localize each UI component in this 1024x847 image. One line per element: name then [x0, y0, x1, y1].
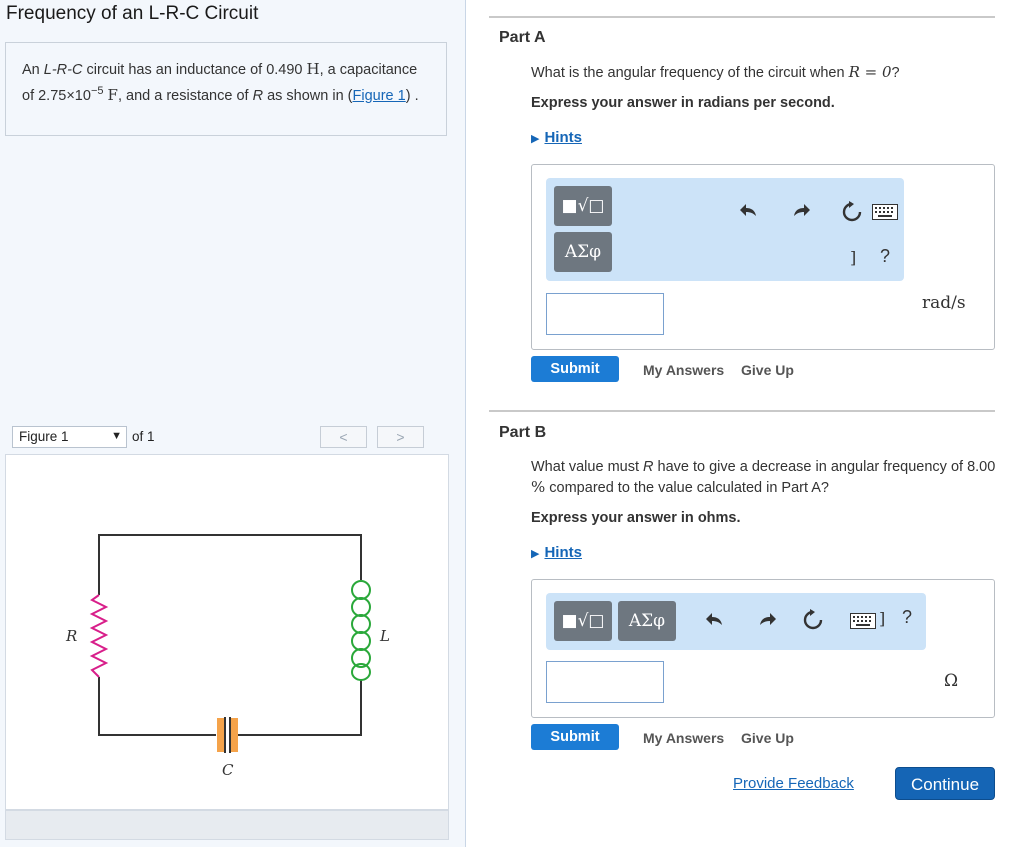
- resistor-label: R: [65, 627, 77, 645]
- part-b-math-toolbar: ■√□ ΑΣφ ] ?: [546, 593, 926, 650]
- expand-triangle-icon: ▶: [531, 133, 540, 145]
- help-button[interactable]: ?: [880, 246, 890, 267]
- part-b-hints-toggle[interactable]: ▶ Hints: [531, 544, 582, 561]
- redo-icon[interactable]: [790, 200, 812, 222]
- part-b-my-answers-link[interactable]: My Answers: [643, 730, 724, 746]
- help-button[interactable]: ?: [902, 607, 912, 628]
- part-b-divider: [489, 410, 995, 412]
- reset-icon[interactable]: [801, 608, 825, 632]
- part-a-title: Part A: [499, 29, 546, 46]
- expand-triangle-icon: ▶: [531, 548, 540, 560]
- part-b-answer-frame: ■√□ ΑΣφ ] ? Ω: [531, 579, 995, 718]
- provide-feedback-link[interactable]: Provide Feedback: [733, 775, 854, 792]
- part-b-title: Part B: [499, 424, 547, 441]
- inductor-icon: [351, 580, 371, 681]
- part-a-unit: rad/s: [922, 293, 966, 313]
- dropdown-caret-icon: ▼: [111, 430, 122, 442]
- left-pane: Frequency of an L-R-C Circuit An L-R-C c…: [0, 0, 466, 847]
- part-b-submit-button[interactable]: Submit: [531, 724, 619, 750]
- top-wire: [98, 534, 362, 595]
- part-b-instruction: Express your answer in ohms.: [531, 510, 741, 526]
- undo-icon[interactable]: [738, 200, 760, 222]
- part-b-answer-input[interactable]: [546, 661, 664, 703]
- figure-footer: [5, 810, 449, 840]
- part-a-divider: [489, 16, 995, 18]
- next-figure-button[interactable]: >: [377, 426, 424, 448]
- figure-link[interactable]: Figure 1: [353, 88, 406, 104]
- part-b-unit: Ω: [944, 671, 959, 691]
- part-a-answer-input[interactable]: [546, 293, 664, 335]
- bracket-button[interactable]: ]: [879, 609, 885, 628]
- keyboard-icon[interactable]: [850, 613, 876, 629]
- templates-button[interactable]: ■√□: [554, 601, 612, 641]
- keyboard-icon[interactable]: [872, 204, 898, 220]
- part-a-math-toolbar: ■√□ ΑΣφ ] ?: [546, 178, 904, 281]
- figure-area: R L C: [5, 454, 449, 810]
- circuit-diagram: R L C: [65, 534, 390, 779]
- inductor-label: L: [379, 627, 390, 645]
- greek-symbols-button[interactable]: ΑΣφ: [554, 232, 612, 272]
- continue-button[interactable]: Continue: [895, 767, 995, 800]
- capacitor-label: C: [222, 761, 234, 779]
- prev-figure-button[interactable]: <: [320, 426, 367, 448]
- figure-select[interactable]: Figure 1 ▼: [12, 426, 127, 448]
- redo-icon[interactable]: [756, 609, 778, 631]
- part-a-answer-frame: ■√□ ΑΣφ ] ? rad/s: [531, 164, 995, 350]
- part-a-give-up-link[interactable]: Give Up: [741, 362, 794, 378]
- undo-icon[interactable]: [704, 609, 726, 631]
- part-b-give-up-link[interactable]: Give Up: [741, 730, 794, 746]
- figure-count: of 1: [132, 429, 155, 444]
- figure-navigation: Figure 1 ▼ of 1 < >: [5, 424, 450, 454]
- part-a-my-answers-link[interactable]: My Answers: [643, 362, 724, 378]
- problem-statement: An L-R-C circuit has an inductance of 0.…: [5, 42, 447, 136]
- bottom-left-wire: [98, 677, 216, 736]
- greek-symbols-button[interactable]: ΑΣφ: [618, 601, 676, 641]
- part-a-instruction: Express your answer in radians per secon…: [531, 95, 835, 111]
- resistor-icon: [89, 594, 109, 678]
- reset-icon[interactable]: [840, 200, 864, 224]
- part-b-question: What value must R have to give a decreas…: [531, 459, 996, 496]
- part-a-hints-toggle[interactable]: ▶ Hints: [531, 129, 582, 146]
- bottom-right-wire: [236, 680, 362, 736]
- templates-button[interactable]: ■√□: [554, 186, 612, 226]
- page-title: Frequency of an L-R-C Circuit: [6, 3, 259, 24]
- bracket-button[interactable]: ]: [850, 248, 856, 267]
- capacitor-icon: [217, 717, 238, 753]
- part-a-submit-button[interactable]: Submit: [531, 356, 619, 382]
- part-a-question: What is the angular frequency of the cir…: [531, 63, 900, 81]
